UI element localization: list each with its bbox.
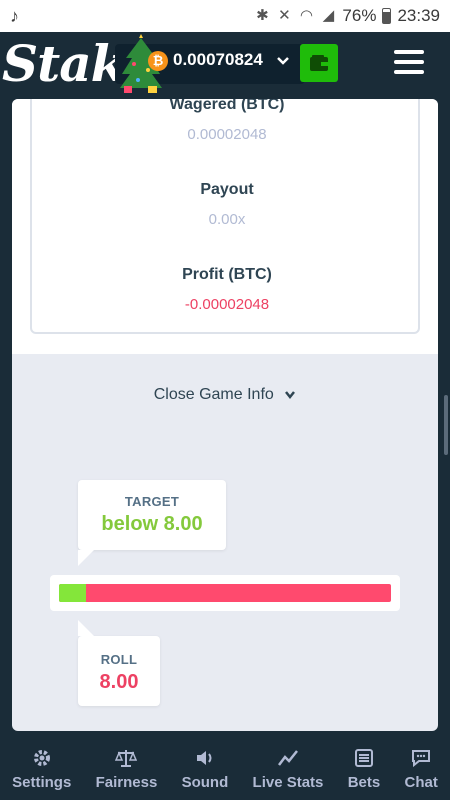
nav-sound-label: Sound: [181, 773, 229, 791]
target-tooltip: TARGET below 8.00: [78, 480, 226, 566]
wallet-icon: [310, 55, 328, 71]
speaker-icon: [196, 750, 212, 765]
nav-fairness[interactable]: Fairness: [95, 748, 158, 791]
mute-icon: ✕: [278, 7, 291, 24]
wifi-icon: ◠: [299, 7, 313, 24]
game-panel: Wagered (BTC) 0.00002048 Payout 0.00x Pr…: [12, 99, 438, 731]
payout-value: 0.00x: [208, 211, 246, 228]
wallet-balance[interactable]: 0.00070824: [173, 50, 263, 70]
clock-time: 23:39: [397, 6, 440, 25]
hamburger-menu-icon[interactable]: [394, 50, 424, 74]
close-game-info-label: Close Game Info: [153, 386, 274, 403]
status-bar: ♪ ✱ ✕ ◠ ◢ 76% 23:39: [0, 0, 450, 32]
nav-bets[interactable]: Bets: [347, 748, 381, 791]
bitcoin-icon: ₿: [148, 51, 168, 71]
chevron-down-icon: [285, 390, 296, 399]
nav-settings[interactable]: Settings: [12, 748, 71, 791]
wagered-label: Wagered (BTC): [169, 99, 285, 113]
profit-value: -0.00002048: [184, 296, 270, 313]
list-icon: [354, 748, 373, 767]
profit-label: Profit (BTC): [182, 266, 272, 283]
scrollbar[interactable]: [444, 395, 448, 455]
wagered-row: Wagered (BTC) 0.00002048: [32, 99, 422, 143]
roll-value: 8.00: [99, 671, 139, 693]
nav-live-stats-label: Live Stats: [252, 773, 324, 791]
chat-icon: [412, 749, 431, 767]
nav-live-stats[interactable]: Live Stats: [252, 748, 324, 791]
nav-settings-label: Settings: [12, 773, 72, 791]
chevron-down-icon[interactable]: [276, 54, 290, 68]
game-info-card: Wagered (BTC) 0.00002048 Payout 0.00x Pr…: [30, 99, 420, 334]
close-game-info-button[interactable]: Close Game Info: [12, 386, 438, 404]
nav-chat-label: Chat: [404, 773, 438, 791]
target-label: TARGET: [124, 494, 180, 509]
nav-bets-label: Bets: [347, 773, 381, 791]
wallet-button[interactable]: [300, 44, 338, 82]
wagered-value: 0.00002048: [187, 126, 267, 143]
nav-chat[interactable]: Chat: [404, 748, 438, 791]
slider-win-range: [59, 584, 86, 602]
music-note-icon: ♪: [10, 5, 19, 26]
app-header: Stake ₿ 0.00070824: [0, 32, 450, 95]
scale-icon: [115, 749, 138, 767]
roll-label: ROLL: [100, 652, 138, 667]
slider-track[interactable]: [59, 584, 391, 602]
battery-percent: 76%: [342, 6, 377, 25]
nav-sound[interactable]: Sound: [181, 748, 229, 791]
battery-icon: [382, 8, 392, 24]
roll-slider[interactable]: [50, 575, 400, 611]
profit-row: Profit (BTC) -0.00002048: [32, 266, 422, 313]
roll-tooltip: ROLL 8.00: [78, 620, 160, 706]
payout-label: Payout: [200, 181, 254, 198]
signal-icon: ◢: [322, 7, 335, 24]
gear-icon: [33, 749, 50, 766]
nav-fairness-label: Fairness: [95, 773, 158, 791]
chart-icon: [277, 749, 298, 766]
game-info-section: Wagered (BTC) 0.00002048 Payout 0.00x Pr…: [12, 99, 438, 354]
status-icons: ✱ ✕ ◠ ◢ 76% 23:39: [254, 6, 440, 26]
bluetooth-icon: ✱: [256, 7, 269, 24]
bottom-navigation: Settings Fairness Sound Live Stats Bets …: [0, 738, 450, 800]
target-value: below 8.00: [101, 513, 203, 535]
payout-row: Payout 0.00x: [32, 181, 422, 228]
